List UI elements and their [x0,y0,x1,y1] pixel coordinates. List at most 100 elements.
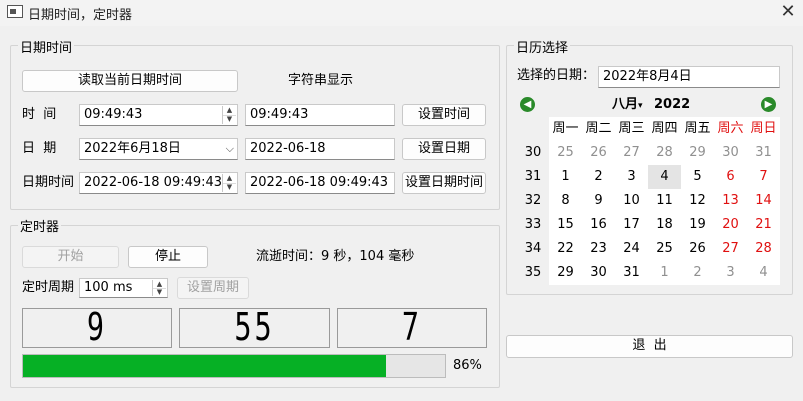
selected-date-value: 2022年8月4日 [603,69,692,84]
calendar-day[interactable]: 22 [549,237,582,261]
month-label: 八月 [612,97,639,112]
calendar-day[interactable]: 25 [648,237,681,261]
chevron-down-icon[interactable]: ⌵ [226,139,234,159]
progress-fill [23,355,386,377]
calendar-day[interactable]: 6 [714,165,747,189]
datetime-string-value: 2022-06-18 09:49:43 [250,175,389,190]
calendar-day[interactable]: 20 [714,213,747,237]
time-string-value: 09:49:43 [250,107,309,122]
calendar-day[interactable]: 28 [648,141,681,165]
set-datetime-button[interactable]: 设置日期时间 [402,172,486,194]
calendar-day[interactable]: 26 [681,237,714,261]
progress-percent-text: 86% [453,358,482,373]
close-icon[interactable]: ✕ [776,1,800,23]
calendar-day[interactable]: 10 [615,189,648,213]
calendar-day[interactable]: 14 [747,189,780,213]
week-number: 33 [524,217,542,232]
calendar-day[interactable]: 29 [681,141,714,165]
calendar-day[interactable]: 1 [648,261,681,285]
calendar-day[interactable]: 3 [615,165,648,189]
week-number: 34 [524,241,542,256]
datetime-label: 日期时间 [22,175,75,190]
calendar-day[interactable]: 21 [747,213,780,237]
calendar-day[interactable]: 19 [681,213,714,237]
period-label: 定时周期 [22,280,75,295]
calendar-day[interactable]: 12 [681,189,714,213]
calendar-day[interactable]: 23 [582,237,615,261]
period-spinner[interactable]: ▲ ▼ [152,280,166,296]
calendar-day[interactable]: 26 [582,141,615,165]
time-string-field[interactable]: 09:49:43 [245,104,395,126]
time-edit[interactable]: 09:49:43 ▲ ▼ [79,104,238,126]
calendar-day[interactable]: 31 [615,261,648,285]
lcd-hours-value: 9 [86,305,108,349]
calendar-day[interactable]: 5 [681,165,714,189]
set-date-button[interactable]: 设置日期 [402,138,486,160]
read-current-datetime-button[interactable]: 读取当前日期时间 [22,70,238,92]
time-spinner[interactable]: ▲ ▼ [222,106,236,124]
weekday-header: 周六 [717,121,744,136]
calendar-day[interactable]: 3 [714,261,747,285]
calendar-day[interactable]: 18 [648,213,681,237]
week-number: 32 [524,193,542,208]
datetime-edit[interactable]: 2022-06-18 09:49:43 ▲ ▼ [79,172,238,194]
window-title: 日期时间，定时器 [28,8,133,23]
lcd-minutes: 55 [179,308,330,348]
calendar-day[interactable]: 27 [615,141,648,165]
weekday-header: 周一 [552,121,579,136]
date-label: 日 期 [22,141,57,156]
calendar-day[interactable]: 25 [549,141,582,165]
month-dropdown-icon[interactable]: ▾ [638,101,643,111]
calendar-day[interactable]: 11 [648,189,681,213]
calendar-day[interactable]: 13 [714,189,747,213]
calendar-day[interactable]: 2 [582,165,615,189]
calendar-day[interactable]: 31 [747,141,780,165]
date-string-field[interactable]: 2022-06-18 [245,138,395,160]
calendar-day[interactable]: 17 [615,213,648,237]
calendar-day[interactable]: 7 [747,165,780,189]
exit-button[interactable]: 退 出 [506,335,793,358]
set-period-button[interactable]: 设置周期 [177,277,249,299]
start-button[interactable]: 开始 [22,246,119,268]
year-label[interactable]: 2022 [654,95,690,115]
spin-down-icon[interactable]: ▼ [153,288,166,296]
weekday-header: 周五 [684,121,711,136]
calendar-day[interactable]: 30 [714,141,747,165]
calendar-day[interactable]: 30 [582,261,615,285]
calendar-day[interactable]: 15 [549,213,582,237]
lcd-seconds-value: 7 [401,305,423,349]
calendar-day[interactable]: 28 [747,237,780,261]
calendar-day[interactable]: 24 [615,237,648,261]
calendar-day[interactable]: 1 [549,165,582,189]
next-month-icon[interactable]: ▶ [761,97,776,112]
calendar-day[interactable]: 16 [582,213,615,237]
datetime-string-field[interactable]: 2022-06-18 09:49:43 [245,172,395,194]
spin-down-icon[interactable]: ▼ [223,115,236,124]
calendar-day[interactable]: 29 [549,261,582,285]
spin-down-icon[interactable]: ▼ [223,183,236,192]
period-spinbox[interactable]: 100 ms ▲ ▼ [79,278,168,298]
date-edit[interactable]: 2022年6月18日 ⌵ [79,138,238,160]
week-number: 31 [524,169,542,184]
prev-month-icon[interactable]: ◀ [520,97,535,112]
calendar-day-selected[interactable]: 4 [648,165,681,189]
set-time-button[interactable]: 设置时间 [402,104,486,126]
weekday-header: 周三 [618,121,645,136]
date-edit-value: 2022年6月18日 [84,141,181,156]
calendar-day[interactable]: 2 [681,261,714,285]
month-selector[interactable]: 八月▾ [612,95,643,116]
progress-bar [22,354,446,378]
calendar-day[interactable]: 27 [714,237,747,261]
selected-date-label: 选择的日期： [517,68,596,83]
datetime-spinner[interactable]: ▲ ▼ [222,174,236,192]
calendar-day[interactable]: 4 [747,261,780,285]
lcd-hours: 9 [22,308,172,348]
weekday-header: 周日 [750,121,777,136]
stop-button[interactable]: 停止 [128,246,208,268]
calendar-day[interactable]: 8 [549,189,582,213]
date-string-value: 2022-06-18 [250,141,326,156]
calendar-day[interactable]: 9 [582,189,615,213]
time-edit-value: 09:49:43 [84,107,143,122]
timer-group-title: 定时器 [18,216,62,235]
selected-date-field[interactable]: 2022年8月4日 [598,66,780,88]
